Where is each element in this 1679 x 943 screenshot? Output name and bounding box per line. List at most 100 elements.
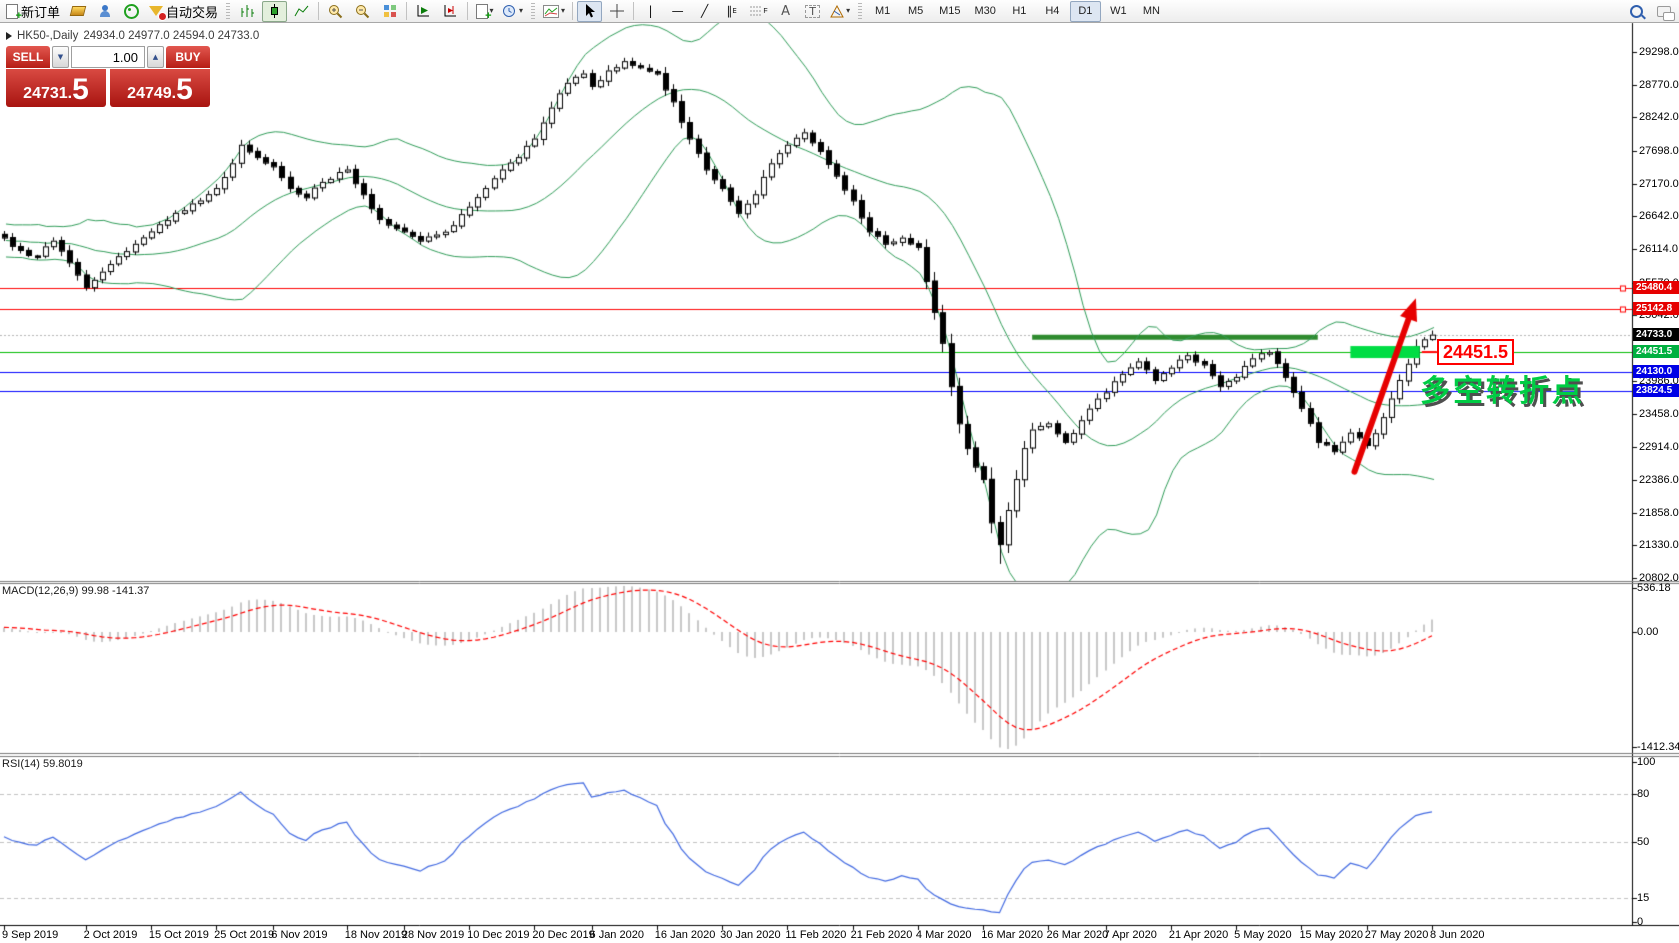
autotrading-button[interactable]: 自动交易 [146,1,221,22]
timeframe-d1-button[interactable]: D1 [1070,1,1101,22]
line-chart-icon [294,4,309,18]
sell-button[interactable]: SELL [6,46,50,68]
toolbar-grip [531,3,535,19]
volume-decrease-button[interactable]: ▼ [52,46,69,68]
search-icon [1630,5,1643,18]
buy-price-main: 24749 [127,84,172,104]
sell-price-big: 5 [72,76,89,104]
auto-scroll-button[interactable] [411,1,436,22]
trendline-button[interactable]: ╱ [692,1,717,22]
vertical-line-icon: | [649,5,653,17]
text-icon: A [781,5,790,18]
timeframe-m5-button[interactable]: M5 [900,1,931,22]
new-order-label: 新订单 [21,2,60,21]
metaeditor-icon [99,5,111,17]
clock-icon [502,4,517,19]
cursor-icon [583,4,596,18]
signals-button[interactable] [119,1,144,22]
timeframe-group: M1M5M15M30H1H4D1W1MN [866,1,1168,22]
zoom-in-icon [328,4,343,19]
candlestick-chart-icon [267,4,282,18]
spin-up-icon: ▲ [153,54,158,61]
new-chart-icon: + [476,4,488,19]
timeframe-h1-button[interactable]: H1 [1004,1,1035,22]
timeframe-mn-button[interactable]: MN [1136,1,1167,22]
sell-price-main: 24731 [23,84,68,104]
timeframe-m30-button[interactable]: M30 [968,1,1001,22]
turning-point-note[interactable]: 多空转折点 [1420,366,1585,410]
chart-title: HK50-,Daily 24934.0 24977.0 24594.0 2473… [6,30,259,42]
zoom-out-button[interactable] [350,1,375,22]
toolbar-separator [633,2,634,20]
equidistant-channel-button[interactable]: ∥E [719,1,744,22]
auto-scroll-icon [416,4,431,18]
toolbar-separator [406,2,407,20]
search-button[interactable] [1624,1,1649,22]
zoom-in-button[interactable] [323,1,348,22]
chart-shift-icon [443,4,458,18]
bar-chart-icon [240,4,255,18]
shapes-button[interactable]: ▾ [827,1,853,22]
shapes-icon [830,5,844,18]
profiles-button[interactable]: ▾ [499,1,526,22]
chevron-down-icon: ▾ [519,7,523,15]
zoom-out-icon [355,4,370,19]
timeframe-w1-button[interactable]: W1 [1103,1,1134,22]
volume-input[interactable]: 1.00 [71,46,145,68]
ohlc-values: 24934.0 24977.0 24594.0 24733.0 [83,30,259,42]
rsi-label: RSI(14) 59.8019 [2,758,83,770]
indicators-icon [543,5,559,18]
main-toolbar: + 新订单 自动交易 + ▾ ▾ [0,0,1679,23]
text-label-icon: T [805,5,820,18]
text-button[interactable]: A [773,1,798,22]
chevron-down-icon: ▾ [561,7,565,15]
fibonacci-button[interactable]: F [746,1,771,22]
indicators-button[interactable]: ▾ [540,1,568,22]
new-order-button[interactable]: + 新订单 [3,1,63,22]
crosshair-button[interactable] [604,1,629,22]
line-chart-button[interactable] [289,1,314,22]
chat-icon [1657,6,1671,17]
buy-price[interactable]: 24749.5 [110,69,210,107]
new-chart-button[interactable]: + ▾ [472,1,497,22]
timeframe-m15-button[interactable]: M15 [933,1,966,22]
new-order-icon: + [6,4,18,19]
horizontal-line-button[interactable]: — [665,1,690,22]
toolbar-grip [858,3,862,19]
chat-button[interactable] [1651,1,1676,22]
timeframe-m1-button[interactable]: M1 [867,1,898,22]
one-click-trade-panel: SELL ▼ 1.00 ▲ BUY 24731.5 24749.5 [6,46,210,108]
toolbar-separator [467,2,468,20]
candlestick-chart-button[interactable] [262,1,287,22]
sell-price[interactable]: 24731.5 [6,69,106,107]
channel-sub-label: E [732,8,736,15]
autotrading-label: 自动交易 [166,2,218,21]
crosshair-icon [610,4,624,18]
tile-windows-button[interactable] [377,1,402,22]
metaeditor-button[interactable] [92,1,117,22]
vertical-line-button[interactable]: | [638,1,663,22]
text-label-button[interactable]: T [800,1,825,22]
panel-toggle-icon[interactable] [6,32,12,40]
timeframe-h4-button[interactable]: H4 [1037,1,1068,22]
symbol-period-label: HK50-,Daily [17,30,78,42]
toolbar-separator [572,2,573,20]
signals-icon [124,4,139,19]
macd-label: MACD(12,26,9) 99.98 -141.37 [2,585,149,597]
market-icon [69,6,85,16]
bar-chart-button[interactable] [235,1,260,22]
price-callout-box[interactable]: 24451.5 [1437,339,1514,365]
cursor-button[interactable] [577,1,602,22]
fibonacci-sub-label: F [763,8,767,15]
buy-price-big: 5 [176,76,193,104]
chart-shift-button[interactable] [438,1,463,22]
toolbar-separator [318,2,319,20]
market-button[interactable] [65,1,90,22]
toolbar-grip [226,3,230,19]
buy-button[interactable]: BUY [166,46,210,68]
spin-down-icon: ▼ [58,54,63,61]
trendline-icon: ╱ [701,5,708,17]
chart-canvas[interactable] [0,0,1679,943]
tile-windows-icon [383,4,397,18]
volume-increase-button[interactable]: ▲ [147,46,164,68]
